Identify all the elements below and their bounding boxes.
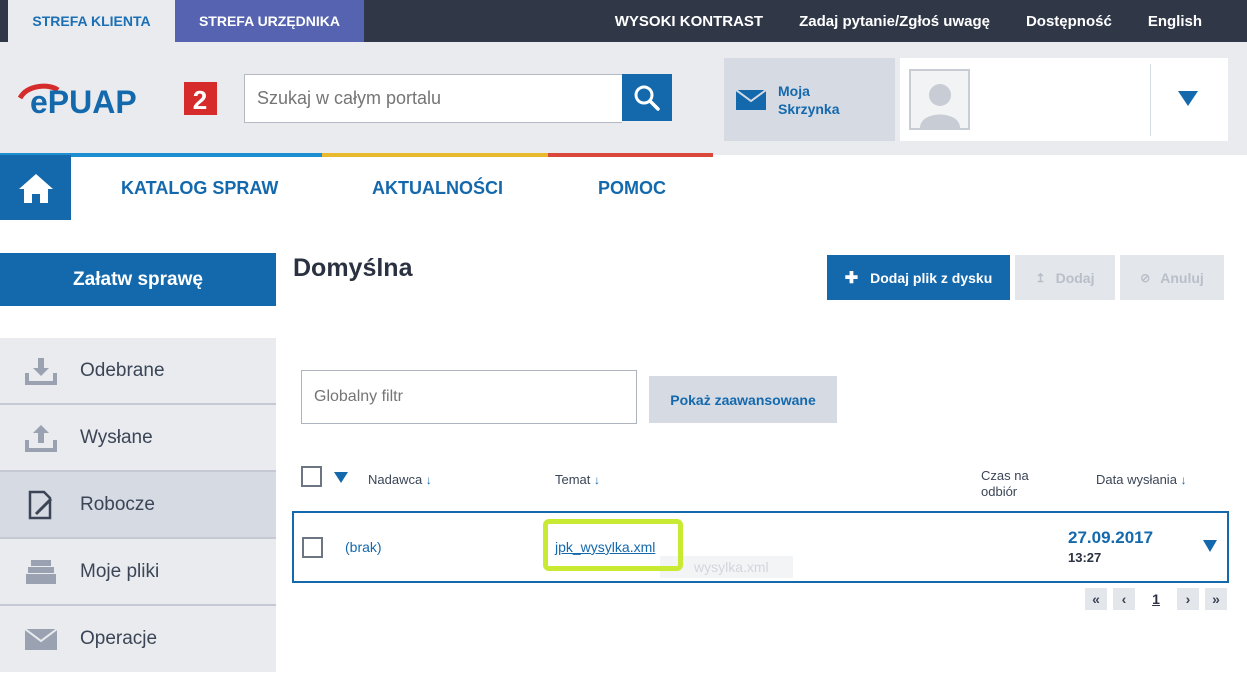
show-advanced-button[interactable]: Pokaż zaawansowane: [649, 376, 837, 423]
select-dropdown-icon[interactable]: [334, 472, 348, 483]
pagination-first[interactable]: «: [1085, 588, 1107, 610]
sidebar-item-label: Robocze: [80, 494, 155, 515]
nav-stripe-red-top: [548, 153, 713, 157]
sidebar-item-robocze[interactable]: Robocze: [0, 472, 276, 538]
ask-question-link[interactable]: Zadaj pytanie/Zgłoś uwagę: [799, 13, 990, 30]
high-contrast-link[interactable]: WYSOKI KONTRAST: [615, 13, 763, 30]
envelope-icon: [24, 628, 58, 650]
pagination-page[interactable]: 1: [1145, 588, 1167, 610]
nav-stripe-yellow-top: [322, 153, 548, 157]
upload-arrow-icon: ↥: [1035, 270, 1046, 285]
plus-icon: ✚: [844, 269, 859, 287]
pagination-next[interactable]: ›: [1177, 588, 1199, 610]
search-button[interactable]: [622, 74, 672, 121]
accessibility-link[interactable]: Dostępność: [1026, 13, 1112, 30]
cell-sent-time: 13:27: [1068, 550, 1102, 565]
sidebar-item-label: Moje pliki: [80, 561, 160, 582]
sidebar-item-moje-pliki[interactable]: Moje pliki: [0, 539, 276, 605]
svg-text:2: 2: [193, 85, 207, 115]
download-tray-icon: [25, 358, 57, 385]
home-icon: [18, 173, 53, 203]
sort-arrow-icon: ↓: [425, 473, 432, 487]
sidebar-item-odebrane[interactable]: Odebrane: [0, 338, 276, 404]
subject-link[interactable]: jpk_wysylka.xml: [555, 539, 655, 555]
row-checkbox[interactable]: [302, 537, 323, 558]
sort-arrow-icon: ↓: [594, 473, 601, 487]
tab-strefa-klienta[interactable]: STREFA KLIENTA: [8, 0, 175, 42]
epuap-logo-graphic: ePUAP 2: [17, 82, 217, 120]
nav-aktualnosci[interactable]: AKTUALNOŚCI: [372, 178, 503, 199]
select-all-checkbox[interactable]: [301, 466, 322, 487]
column-header-sent-date[interactable]: Data wysłania ↓: [1096, 472, 1187, 487]
user-silhouette-icon: [919, 84, 960, 128]
file-stack-icon: [26, 560, 56, 584]
pagination-last[interactable]: »: [1205, 588, 1227, 610]
upload-tray-icon: [25, 425, 57, 452]
sidebar-item-operacje[interactable]: Operacje: [0, 606, 276, 672]
envelope-icon: [736, 89, 766, 110]
page-title: Domyślna: [293, 254, 413, 282]
add-label: Dodaj: [1055, 269, 1095, 286]
top-links: WYSOKI KONTRAST Zadaj pytanie/Zgłoś uwag…: [615, 0, 1247, 42]
user-profile: [900, 58, 1228, 141]
cell-sender: (brak): [345, 539, 382, 555]
sidebar-item-label: Odebrane: [80, 360, 165, 381]
profile-dropdown-icon[interactable]: [1178, 91, 1198, 106]
profile-divider: [1150, 64, 1151, 136]
english-link[interactable]: English: [1148, 13, 1202, 30]
sort-arrow-icon: ↓: [1180, 473, 1187, 487]
cancel-button[interactable]: ⊘ Anuluj: [1120, 255, 1224, 300]
add-file-button[interactable]: ✚ Dodaj plik z dysku: [827, 255, 1010, 300]
sidebar-item-label: Wysłane: [80, 427, 153, 448]
edit-document-icon: [28, 490, 53, 520]
nav-katalog-spraw[interactable]: KATALOG SPRAW: [121, 178, 278, 199]
home-button[interactable]: [0, 155, 71, 220]
column-header-sender[interactable]: Nadawca ↓: [368, 472, 432, 487]
column-header-subject[interactable]: Temat ↓: [555, 472, 600, 487]
pagination-prev[interactable]: ‹: [1113, 588, 1135, 610]
sidebar-item-wyslane[interactable]: Wysłane: [0, 405, 276, 471]
search-input[interactable]: [244, 74, 622, 123]
svg-text:ePUAP: ePUAP: [30, 84, 137, 118]
avatar[interactable]: [909, 69, 970, 130]
cell-sent-date: 27.09.2017: [1068, 528, 1154, 547]
cancel-icon: ⊘: [1140, 270, 1151, 285]
cancel-label: Anuluj: [1160, 269, 1204, 286]
epuap-logo[interactable]: ePUAP 2: [17, 82, 218, 120]
row-expand-icon[interactable]: [1203, 540, 1217, 552]
search-icon: [634, 85, 660, 111]
tab-strefa-urzednika[interactable]: STREFA URZĘDNIKA: [175, 0, 364, 42]
mailbox-label: Moja Skrzynka: [778, 82, 840, 117]
add-file-label: Dodaj plik z dysku: [870, 269, 993, 286]
mailbox-button[interactable]: Moja Skrzynka: [724, 58, 895, 141]
zalatw-sprawe-button[interactable]: Załatw sprawę: [0, 253, 276, 306]
column-header-pickup-time[interactable]: Czas na odbiór: [981, 468, 1051, 500]
sidebar-item-label: Operacje: [80, 628, 158, 649]
add-button[interactable]: ↥ Dodaj: [1015, 255, 1115, 300]
global-filter-input[interactable]: [301, 370, 637, 424]
nav-pomoc[interactable]: POMOC: [598, 178, 666, 199]
